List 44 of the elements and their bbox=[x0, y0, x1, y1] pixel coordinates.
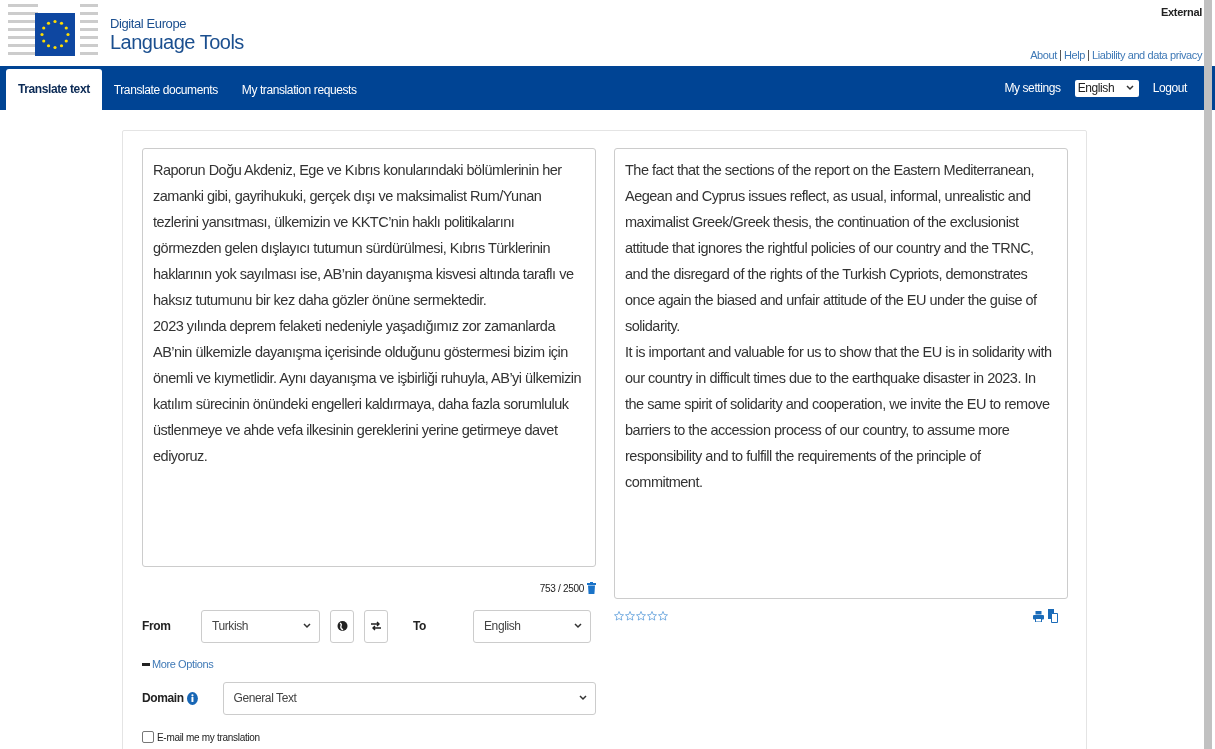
from-label: From bbox=[142, 619, 172, 633]
info-icon[interactable] bbox=[186, 691, 198, 705]
email-label: E-mail me my translation bbox=[157, 731, 260, 743]
chevron-icon bbox=[574, 623, 582, 629]
star-icon[interactable] bbox=[636, 611, 646, 621]
globe-icon bbox=[336, 620, 348, 632]
nav-tab[interactable]: Translate text bbox=[6, 69, 102, 110]
site-subtitle: Digital Europe bbox=[110, 16, 188, 31]
environment-label: External bbox=[1161, 6, 1202, 18]
more-options-link[interactable]: More Options bbox=[152, 658, 214, 670]
source-language-select[interactable]: Turkish bbox=[201, 609, 320, 643]
target-language-select[interactable]: English bbox=[473, 609, 591, 643]
site-title: Language Tools bbox=[110, 31, 244, 53]
chevron-icon bbox=[1125, 85, 1134, 91]
domain-label: Domain bbox=[142, 691, 184, 705]
copy-icon[interactable] bbox=[1048, 609, 1058, 623]
email-checkbox[interactable] bbox=[142, 731, 154, 743]
scrollbar[interactable] bbox=[1204, 0, 1212, 749]
chevron-icon bbox=[579, 695, 587, 701]
detect-language-button[interactable] bbox=[330, 609, 354, 643]
header-link[interactable]: About bbox=[1030, 49, 1057, 61]
minus-icon[interactable] bbox=[142, 662, 150, 666]
translation-output: The fact that the sections of the report on the Eastern Mediterranean, Aegean and Cyprus issues reflect, as usual, informal, unrealistic and maximalist Greek/Greek thesis, the continuation of the exclusionist attitude that ignores the rightful policies of our country and the TRNC, and the disregard of the rights of the Turkish Cypriots, demonstrates once again the biased and unfair attitude of the EU under the guise of solidarity. It is important and valuable for us to show that the EU is in solidarity with our country in difficult times due to the earthquake disaster in 2023. In the same spirit of solidarity and cooperation, we invite the EU to remove barriers to the accession process of our country, to assume more responsibility and to fulfill the requirements of the principle of commitment. bbox=[614, 148, 1068, 599]
nav-tab[interactable]: My translation requests bbox=[229, 70, 369, 110]
to-label: To bbox=[413, 619, 427, 633]
star-icon[interactable] bbox=[625, 611, 635, 621]
rating-stars[interactable] bbox=[614, 611, 668, 621]
trash-icon[interactable] bbox=[587, 582, 596, 594]
star-icon[interactable] bbox=[614, 611, 624, 621]
header-link[interactable]: Liability and data privacy bbox=[1091, 49, 1202, 61]
logout-link[interactable]: Logout bbox=[1152, 81, 1187, 95]
print-icon[interactable] bbox=[1033, 610, 1044, 622]
swap-icon bbox=[371, 621, 381, 631]
language-select[interactable]: English bbox=[1074, 79, 1139, 97]
source-text-field[interactable]: Raporun Doğu Akdeniz, Ege ve Kıbrıs konularındaki bölümlerinin her zamanki gibi, gayrihukuki, gerçek dışı ve maksimalist Rum/Yunan tezlerini yansıtması, ülkemizin ve KKTC’nin haklı politikalarını görmezden gelen dışlayıcı tutumun sürdürülmesi, Kıbrıs Türklerinin haklarının yok sayılması ise, AB’nin dayanışma kisvesi altında taraflı ve haksız tutumunu bir kez daha gözler önüne sermektedir. 2023 yılında deprem felaketi nedeniyle yaşadığımız zor zamanlarda AB’nin ülkemizle dayanışma içerisinde olduğunu göstermesi bizim için önemli ve kıymetlidir. Aynı dayanışma ve işbirliği ruhuyla, AB’yi ülkemizin katılım sürecinin önündeki engelleri kaldırmaya, daha fazla sorumluluk üstlenmeye ve ahde vefa ilkesinin gereklerini yerine getirmeye davet ediyoruz. bbox=[142, 148, 596, 567]
header-link[interactable]: Help bbox=[1063, 49, 1085, 61]
star-icon[interactable] bbox=[658, 611, 668, 621]
nav-tab[interactable]: Translate documents bbox=[101, 70, 230, 110]
star-icon[interactable] bbox=[647, 611, 657, 621]
domain-select[interactable]: General Text bbox=[222, 681, 596, 715]
settings-link[interactable]: My settings bbox=[1004, 81, 1061, 95]
chevron-icon bbox=[303, 623, 311, 629]
character-counter: 753 / 2500 bbox=[539, 582, 584, 594]
swap-languages-button[interactable] bbox=[364, 609, 388, 643]
